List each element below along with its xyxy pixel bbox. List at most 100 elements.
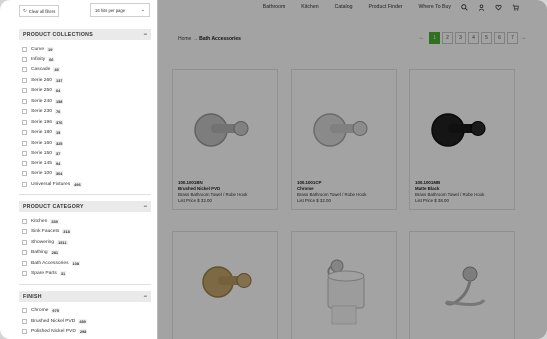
filter-option[interactable]: Spare Parts 31 xyxy=(22,269,67,277)
filter-option[interactable]: Showering 1511 xyxy=(22,238,68,246)
filter-option[interactable]: Serie 160 325 xyxy=(22,139,64,147)
filter-checkbox[interactable] xyxy=(22,239,27,245)
filter-count: 298 xyxy=(78,328,88,334)
filter-option[interactable]: Curve 19 xyxy=(22,45,54,53)
filter-count: 281 xyxy=(50,249,60,255)
filter-drawer: ↻ Clear all filters 16 hits per page ⌄ P… xyxy=(0,0,158,339)
category-section-header[interactable]: PRODUCT CATEGORY − xyxy=(19,201,151,212)
filter-option[interactable]: Serie 145 94 xyxy=(22,159,62,167)
filter-option[interactable]: Chrome 975 xyxy=(22,306,60,314)
filter-checkbox[interactable] xyxy=(22,307,27,313)
filter-label: Brushed Nickel PVD xyxy=(31,318,76,324)
filter-checkbox[interactable] xyxy=(22,129,27,135)
filter-count: 64 xyxy=(54,87,62,93)
collapse-icon[interactable]: − xyxy=(143,294,147,300)
filter-label: Serie 240 xyxy=(31,98,52,104)
filter-label: Showering xyxy=(31,239,55,245)
filter-option[interactable]: Infinity 66 xyxy=(22,55,55,63)
filter-option[interactable]: Serie 240 158 xyxy=(22,97,64,105)
filter-label: Spare Parts xyxy=(31,270,57,276)
filter-count: 304 xyxy=(54,170,64,176)
collapse-icon[interactable]: − xyxy=(143,32,147,38)
clear-filters-label: Clear all filters xyxy=(28,8,56,14)
app-frame: Bathroom Kitchen Catalog Product Finder … xyxy=(0,0,547,339)
filter-checkbox[interactable] xyxy=(22,249,27,255)
filter-checkbox[interactable] xyxy=(22,87,27,93)
filter-checkbox[interactable] xyxy=(22,119,27,125)
filter-option[interactable]: Serie 100 304 xyxy=(22,169,64,177)
filter-checkbox[interactable] xyxy=(22,77,27,83)
filter-checkbox[interactable] xyxy=(22,260,27,266)
filter-checkbox[interactable] xyxy=(22,66,27,72)
filter-option[interactable]: Kitchen 339 xyxy=(22,217,59,225)
filter-label: Bath Accessories xyxy=(31,260,69,266)
collections-section-title: PRODUCT COLLECTIONS xyxy=(23,31,93,38)
filter-count: 975 xyxy=(51,307,60,313)
filter-checkbox[interactable] xyxy=(22,318,27,324)
filter-option[interactable]: Bath Accessories 108 xyxy=(22,259,81,267)
filter-label: Serie 196 xyxy=(31,119,52,125)
filter-count: 108 xyxy=(71,260,81,266)
filter-option[interactable]: Sink Faucets 318 xyxy=(22,227,71,235)
filter-count: 37 xyxy=(54,150,62,156)
filter-option[interactable]: Serie 150 37 xyxy=(22,149,62,157)
filter-option[interactable]: Bathing 281 xyxy=(22,248,60,256)
filter-label: Serie 250 xyxy=(31,87,52,93)
filter-option[interactable]: Universal Fixtures 496 xyxy=(22,180,82,188)
collapse-icon[interactable]: − xyxy=(143,204,147,210)
filter-count: 496 xyxy=(73,181,82,187)
hits-per-page-select[interactable]: 16 hits per page ⌄ xyxy=(90,3,150,17)
filter-count: 94 xyxy=(54,160,62,166)
filter-count: 1511 xyxy=(57,239,68,245)
filter-option[interactable]: Serie 196 376 xyxy=(22,118,64,126)
filter-option[interactable]: Cascade 49 xyxy=(22,65,60,73)
filter-checkbox[interactable] xyxy=(22,181,27,187)
filter-label: Serie 145 xyxy=(31,160,52,166)
filter-label: Curve xyxy=(31,46,45,52)
filter-count: 15 xyxy=(54,129,62,135)
filter-checkbox[interactable] xyxy=(22,56,27,62)
filter-option[interactable]: Polished Nickel PVD 298 xyxy=(22,327,88,335)
filter-checkbox[interactable] xyxy=(22,160,27,166)
refresh-icon: ↻ xyxy=(23,8,27,13)
filter-label: Serie 160 xyxy=(31,140,52,146)
filter-count: 325 xyxy=(54,140,64,146)
filter-checkbox[interactable] xyxy=(22,150,27,156)
filter-checkbox[interactable] xyxy=(22,98,27,104)
filter-label: Kitchen xyxy=(31,218,48,224)
filter-checkbox[interactable] xyxy=(22,140,27,146)
finish-section-header[interactable]: FINISH − xyxy=(19,291,151,302)
filter-label: Chrome xyxy=(31,307,49,313)
filter-option[interactable]: Serie 230 70 xyxy=(22,107,62,115)
filter-option[interactable]: Brushed Nickel PVD 459 xyxy=(22,317,87,325)
filter-count: 70 xyxy=(54,108,62,114)
filter-count: 19 xyxy=(47,46,54,52)
filter-checkbox[interactable] xyxy=(22,170,27,176)
filter-label: Polished Nickel PVD xyxy=(31,328,76,334)
filter-checkbox[interactable] xyxy=(22,46,27,52)
filter-checkbox[interactable] xyxy=(22,270,27,276)
filter-label: Infinity xyxy=(31,56,46,62)
filter-option[interactable]: Serie 260 137 xyxy=(22,76,64,84)
filter-checkbox[interactable] xyxy=(22,108,27,114)
filter-count: 318 xyxy=(62,228,71,234)
filter-option[interactable]: Serie 180 15 xyxy=(22,128,62,136)
divider xyxy=(19,284,151,285)
hits-per-page-value: 16 hits per page xyxy=(95,7,126,13)
filter-label: Serie 260 xyxy=(31,77,52,83)
filter-label: Serie 150 xyxy=(31,150,52,156)
filter-count: 31 xyxy=(59,270,67,276)
collections-section-header[interactable]: PRODUCT COLLECTIONS − xyxy=(19,29,151,40)
filter-count: 376 xyxy=(54,119,64,125)
filter-count: 49 xyxy=(53,66,60,72)
filter-checkbox[interactable] xyxy=(22,228,27,234)
divider xyxy=(19,194,151,195)
chevron-down-icon: ⌄ xyxy=(140,7,145,13)
category-section-title: PRODUCT CATEGORY xyxy=(23,203,84,210)
clear-filters-button[interactable]: ↻ Clear all filters xyxy=(19,5,59,17)
finish-section-title: FINISH xyxy=(23,293,42,300)
filter-label: Sink Faucets xyxy=(31,228,60,234)
filter-option[interactable]: Serie 250 64 xyxy=(22,86,62,94)
filter-checkbox[interactable] xyxy=(22,328,27,334)
filter-checkbox[interactable] xyxy=(22,218,27,224)
